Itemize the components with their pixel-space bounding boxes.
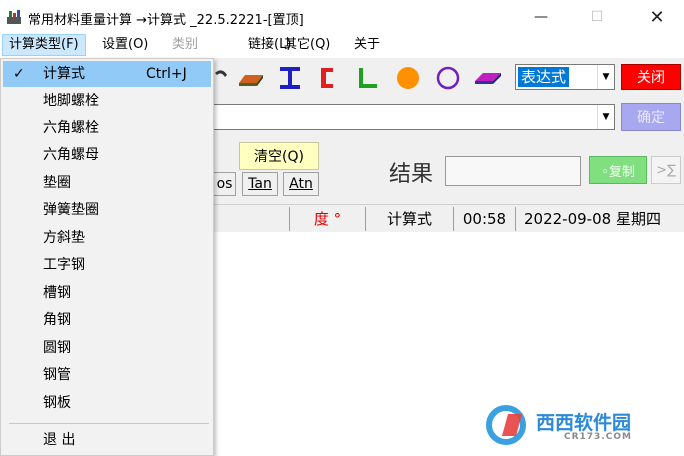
tan-button[interactable]: Tan xyxy=(242,172,278,196)
result-label: 结果 xyxy=(389,162,434,187)
menu-item-hex-nut[interactable]: 六角螺母 xyxy=(3,142,211,168)
menu-item-i-beam[interactable]: 工字钢 xyxy=(3,252,211,278)
menu-item-bevel-washer[interactable]: 方斜垫 xyxy=(3,225,211,251)
menu-item-hex-bolt[interactable]: 六角螺栓 xyxy=(3,115,211,141)
watermark-logo: 西西软件园 CR173.COM xyxy=(486,404,662,446)
expression-select-value: 表达式 xyxy=(518,67,570,87)
menu-item-steel-plate[interactable]: 钢板 xyxy=(3,390,211,416)
minimize-button[interactable]: — xyxy=(518,0,564,34)
status-angle-unit: 度 ° xyxy=(289,207,365,231)
atn-button[interactable]: Atn xyxy=(283,172,319,196)
watermark-text: 西西软件园 xyxy=(536,412,632,434)
menu-item-angle-steel[interactable]: 角钢 xyxy=(3,307,211,333)
expression-row: ▼ 确定 xyxy=(213,98,684,138)
sum-button[interactable]: >∑ xyxy=(651,156,681,184)
plate-icon[interactable] xyxy=(473,63,503,93)
menu-item-channel-steel[interactable]: 槽钢 xyxy=(3,280,211,306)
angle-icon[interactable] xyxy=(353,63,383,93)
check-icon: ✓ xyxy=(13,66,25,82)
menu-other[interactable]: 其它(Q) xyxy=(278,34,336,56)
i-beam-icon[interactable] xyxy=(275,63,305,93)
menu-category: 类别 xyxy=(172,37,199,52)
menu-item-exit[interactable]: 退 出 xyxy=(3,427,211,453)
cos-button[interactable]: os xyxy=(213,172,236,196)
menu-separator xyxy=(9,423,209,424)
menu-item-steel-pipe[interactable]: 钢管 xyxy=(3,362,211,388)
menu-item-round-steel[interactable]: 圆钢 xyxy=(3,335,211,361)
calc-row: 清空(Q) os Tan Atn 结果 ◦复制 >∑ xyxy=(213,138,684,204)
channel-icon[interactable] xyxy=(313,63,343,93)
menu-calc-type[interactable]: 计算类型(F) xyxy=(2,34,86,56)
status-time: 00:58 xyxy=(453,207,515,231)
watermark-subtext: CR173.COM xyxy=(564,432,632,442)
chevron-down-icon[interactable]: ▼ xyxy=(597,105,614,129)
window-title: 常用材料重量计算 →计算式 _22.5.2221-[置顶] xyxy=(28,13,304,28)
maximize-button[interactable]: ☐ xyxy=(574,0,620,34)
status-bar: 度 ° 计算式 00:58 2022-09-08 星期四 xyxy=(213,204,684,232)
app-icon xyxy=(7,10,21,24)
menu-item-spring-washer[interactable]: 弹簧垫圈 xyxy=(3,197,211,223)
calc-type-menu: ✓ 计算式 Ctrl+J 地脚螺栓 六角螺栓 六角螺母 垫圈 弹簧垫圈 方斜垫 … xyxy=(0,58,214,456)
result-field[interactable] xyxy=(445,156,581,186)
chevron-down-icon[interactable]: ▼ xyxy=(597,65,614,89)
close-button[interactable]: 关闭 xyxy=(621,64,681,90)
status-mode: 计算式 xyxy=(365,207,453,231)
status-date: 2022-09-08 星期四 xyxy=(515,207,684,231)
status-blank xyxy=(213,207,289,231)
clear-button[interactable]: 清空(Q) xyxy=(239,142,319,170)
flat-bar-icon[interactable] xyxy=(236,63,266,93)
confirm-button[interactable]: 确定 xyxy=(621,103,681,131)
expression-select[interactable]: 表达式 ▼ xyxy=(515,64,615,90)
menu-settings[interactable]: 设置(O) xyxy=(96,34,154,56)
close-window-button[interactable]: ✕ xyxy=(634,0,680,34)
pipe-icon[interactable] xyxy=(433,63,463,93)
copy-button[interactable]: ◦复制 xyxy=(589,156,647,184)
title-bar: 常用材料重量计算 →计算式 _22.5.2221-[置顶] — ☐ ✕ xyxy=(0,0,684,34)
menu-item-anchor-bolt[interactable]: 地脚螺栓 xyxy=(3,88,211,114)
round-bar-icon[interactable] xyxy=(393,63,423,93)
menu-about[interactable]: 关于 xyxy=(348,34,386,56)
expression-input[interactable]: ▼ xyxy=(213,104,615,130)
toolbar: 表达式 ▼ 关闭 xyxy=(213,58,684,98)
menu-item-washer[interactable]: 垫圈 xyxy=(3,170,211,196)
menu-bar: 计算类型(F) 设置(O) 类别 链接(L) 其它(Q) 关于 xyxy=(0,34,684,58)
menu-item-expression[interactable]: ✓ 计算式 Ctrl+J xyxy=(3,61,211,87)
